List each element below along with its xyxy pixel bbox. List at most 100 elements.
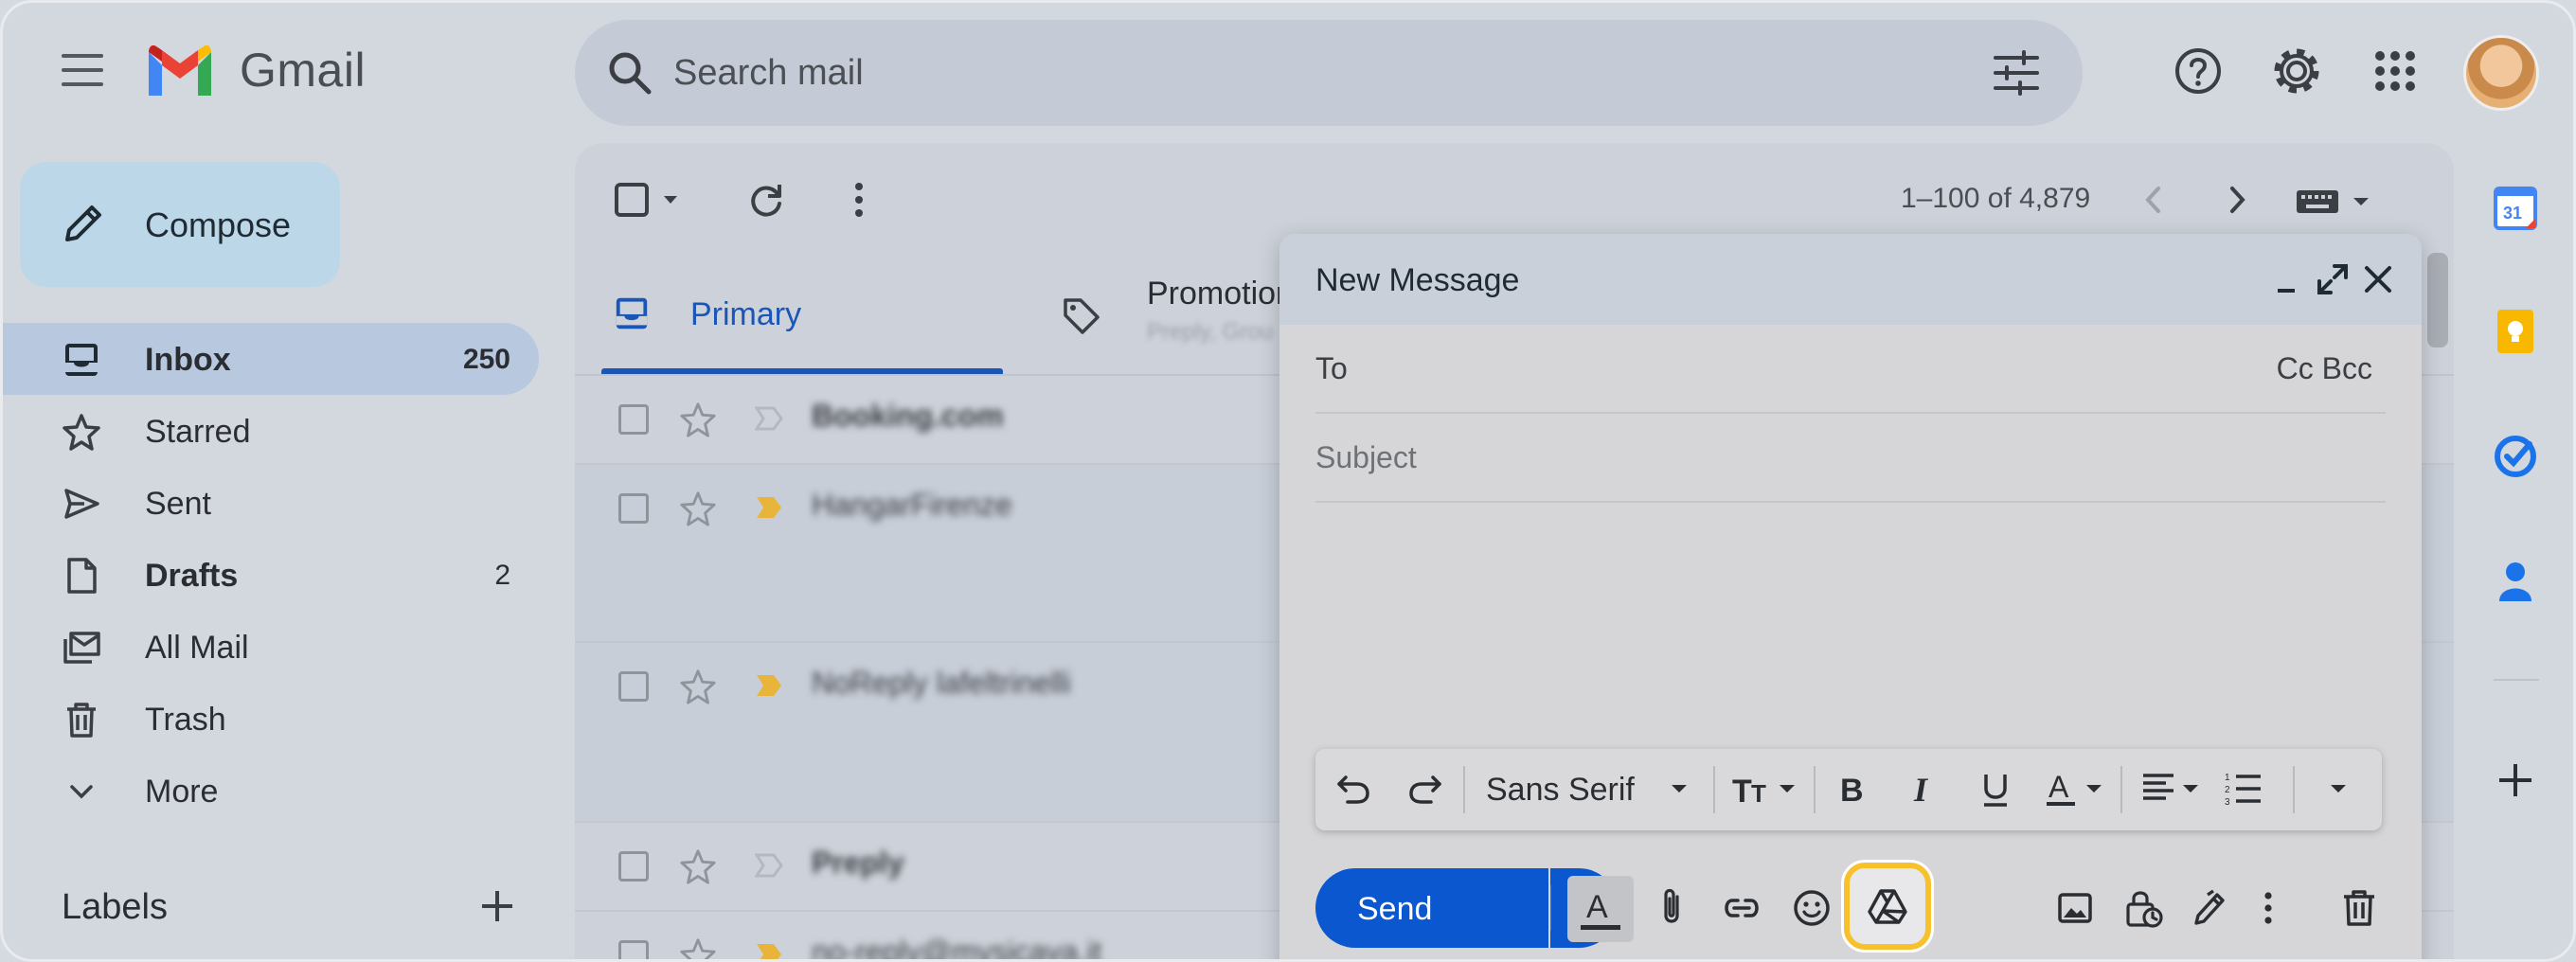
keyboard-icon[interactable] xyxy=(2295,187,2374,217)
importance-marker-icon[interactable] xyxy=(755,673,783,698)
send-icon xyxy=(62,484,101,524)
toolbar-separator xyxy=(2293,766,2295,813)
select-all-checkbox[interactable] xyxy=(615,181,685,223)
compose-label: Compose xyxy=(145,205,292,244)
search-icon[interactable] xyxy=(605,48,654,98)
cc-bcc-link[interactable]: Cc Bcc xyxy=(2277,351,2372,386)
svg-text:B: B xyxy=(1840,773,1864,808)
compose-title: New Message xyxy=(1315,262,1520,298)
row-checkbox[interactable] xyxy=(618,671,649,702)
star-icon[interactable] xyxy=(679,847,717,885)
more-formatting-icon[interactable] xyxy=(2319,770,2357,808)
row-sender: Booking.com xyxy=(812,399,1004,433)
signature-pen-icon[interactable] xyxy=(2189,887,2230,929)
close-icon[interactable] xyxy=(2361,262,2395,296)
importance-marker-icon[interactable] xyxy=(755,406,783,431)
star-icon[interactable] xyxy=(679,490,717,527)
chevron-right-icon[interactable] xyxy=(2223,181,2251,219)
row-sender: NoReply lafeltrinelli xyxy=(812,666,1071,700)
row-checkbox[interactable] xyxy=(618,404,649,435)
get-addons-plus-icon[interactable] xyxy=(2492,757,2539,804)
more-vert-icon[interactable] xyxy=(850,181,868,219)
more-options-icon[interactable] xyxy=(2259,887,2278,929)
to-field[interactable]: To Cc Bcc xyxy=(1315,325,2386,414)
toolbar-separator xyxy=(1814,766,1816,813)
formatting-toolbar: Sans Serif TT B I A 1 2 3 xyxy=(1315,749,2382,830)
font-family-select[interactable]: Sans Serif xyxy=(1486,772,1635,809)
row-checkbox[interactable] xyxy=(618,940,649,959)
svg-text:A: A xyxy=(1586,889,1608,925)
svg-text:31: 31 xyxy=(2503,204,2522,223)
emoji-icon[interactable] xyxy=(1791,887,1833,929)
trash-icon xyxy=(62,700,101,739)
importance-marker-icon[interactable] xyxy=(755,942,783,959)
settings-gear-icon[interactable] xyxy=(2270,45,2323,98)
compose-button[interactable]: Compose xyxy=(20,162,340,287)
gmail-logo-icon[interactable] xyxy=(145,41,215,99)
row-checkbox[interactable] xyxy=(618,493,649,524)
google-drive-button[interactable] xyxy=(1844,863,1931,950)
svg-text:1: 1 xyxy=(2225,773,2230,783)
dropdown-arrow-icon[interactable] xyxy=(1660,770,1698,808)
main-menu-icon[interactable] xyxy=(62,54,103,88)
nav-item-drafts[interactable]: Drafts 2 xyxy=(3,539,539,611)
attach-file-icon[interactable] xyxy=(1651,887,1692,929)
font-size-icon[interactable]: TT xyxy=(1732,770,1808,808)
search-options-icon[interactable] xyxy=(1992,48,2041,98)
confidential-mode-icon[interactable] xyxy=(2122,887,2164,929)
search-bar[interactable] xyxy=(575,20,2083,126)
discard-draft-trash-icon[interactable] xyxy=(2338,887,2380,929)
star-icon[interactable] xyxy=(679,668,717,705)
inbox-icon xyxy=(62,340,101,380)
subject-field[interactable]: Subject xyxy=(1315,414,2386,503)
nav-item-sent[interactable]: Sent xyxy=(3,467,539,539)
row-checkbox[interactable] xyxy=(618,851,649,882)
toolbar-separator xyxy=(1463,766,1465,813)
align-icon[interactable] xyxy=(2141,770,2217,808)
nav-item-starred[interactable]: Starred xyxy=(3,395,539,467)
message-body[interactable] xyxy=(1315,508,2386,736)
formatting-options-toggle[interactable]: A xyxy=(1567,876,1634,942)
send-label: Send xyxy=(1357,891,1433,927)
add-label-icon[interactable] xyxy=(476,885,518,927)
tab-snippet: Preply, Grou xyxy=(1147,319,1273,345)
nav-label: Trash xyxy=(145,702,226,738)
chevron-left-icon[interactable] xyxy=(2139,181,2168,219)
underline-icon[interactable] xyxy=(1977,770,2014,808)
numbered-list-icon[interactable]: 1 2 3 xyxy=(2225,770,2263,808)
brand-name: Gmail xyxy=(240,44,367,97)
pencil-icon xyxy=(60,200,107,247)
minimize-icon[interactable] xyxy=(2270,262,2304,296)
importance-marker-icon[interactable] xyxy=(755,495,783,520)
search-input[interactable] xyxy=(673,46,1905,99)
nav-item-more[interactable]: More xyxy=(3,755,539,827)
help-icon[interactable] xyxy=(2172,45,2225,98)
nav-item-trash[interactable]: Trash xyxy=(3,683,539,755)
svg-text:T: T xyxy=(1732,774,1752,808)
calendar-icon[interactable]: 31 xyxy=(2492,185,2539,232)
importance-marker-icon[interactable] xyxy=(755,853,783,878)
apps-grid-icon[interactable] xyxy=(2369,45,2422,98)
redo-icon[interactable] xyxy=(1406,770,1444,808)
insert-photo-icon[interactable] xyxy=(2054,887,2096,929)
compose-header[interactable]: New Message xyxy=(1279,234,2422,325)
keep-notes-icon[interactable] xyxy=(2492,308,2539,355)
nav-item-all-mail[interactable]: All Mail xyxy=(3,611,539,683)
contacts-icon[interactable] xyxy=(2492,558,2539,605)
italic-icon[interactable]: I xyxy=(1905,770,1942,808)
svg-text:2: 2 xyxy=(2225,785,2230,795)
nav-item-inbox[interactable]: Inbox 250 xyxy=(3,323,539,395)
account-avatar[interactable] xyxy=(2463,35,2539,111)
refresh-icon[interactable] xyxy=(747,181,785,219)
bold-icon[interactable]: B xyxy=(1833,770,1870,808)
insert-link-icon[interactable] xyxy=(1721,887,1762,929)
toolbar-separator xyxy=(1713,766,1715,813)
star-icon[interactable] xyxy=(679,936,717,959)
text-color-icon[interactable]: A xyxy=(2045,770,2120,808)
list-scrollbar[interactable] xyxy=(2427,253,2448,347)
fullscreen-icon[interactable] xyxy=(2316,262,2350,296)
undo-icon[interactable] xyxy=(1334,770,1372,808)
tasks-icon[interactable] xyxy=(2492,433,2539,480)
send-button[interactable]: Send xyxy=(1315,868,1548,948)
star-icon[interactable] xyxy=(679,401,717,438)
